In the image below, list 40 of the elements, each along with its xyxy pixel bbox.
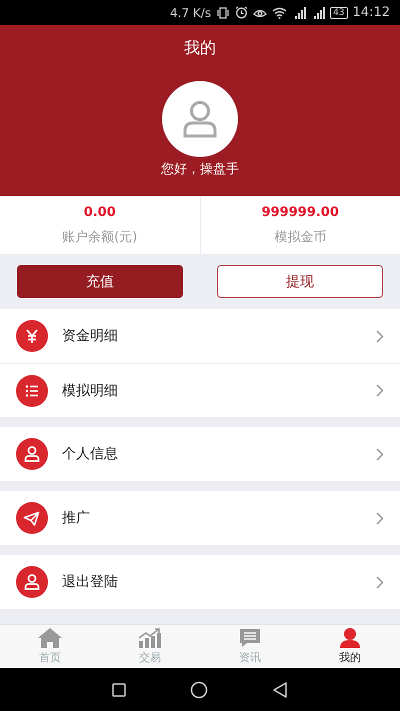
withdraw-button[interactable]: 提现 <box>217 265 383 298</box>
menu-item[interactable]: 资金明细 <box>0 309 400 363</box>
menu-item[interactable]: 模拟明细 <box>0 363 400 417</box>
yen-icon <box>16 320 48 352</box>
paper-plane-icon <box>16 502 48 534</box>
stat-label: 模拟金币 <box>274 228 326 246</box>
battery-level: 43 <box>330 6 348 18</box>
recent-apps-button[interactable] <box>112 682 126 696</box>
chevron-icon <box>376 384 384 397</box>
back-button[interactable] <box>272 682 288 698</box>
person-icon <box>16 438 48 470</box>
chevron-icon <box>376 330 384 342</box>
greeting-text: 您好，操盘手 <box>161 161 239 178</box>
chevron-icon <box>376 512 384 524</box>
person-icon <box>16 566 48 598</box>
stat-value: 999999.00 <box>262 204 339 220</box>
menu-item[interactable]: 推广 <box>0 491 400 545</box>
stat-value: 0.00 <box>84 204 116 220</box>
person-icon <box>182 100 218 138</box>
alarm-icon <box>235 6 248 19</box>
page-title: 我的 <box>184 37 216 59</box>
clock-time: 14:12 <box>352 5 390 20</box>
wifi-icon <box>272 6 288 18</box>
signal-icon <box>292 6 306 18</box>
chevron-icon <box>376 576 384 588</box>
stat-label: 账户余额(元) <box>62 228 138 246</box>
menu-item[interactable]: 个人信息 <box>0 427 400 481</box>
recharge-button[interactable]: 充值 <box>17 265 183 298</box>
menu-item[interactable]: 退出登陆 <box>0 555 400 609</box>
tab[interactable]: 我的 <box>300 625 400 668</box>
home-button[interactable] <box>190 680 208 698</box>
signal-icon <box>311 6 326 18</box>
person-icon <box>338 628 362 648</box>
vibrate-icon <box>216 6 230 18</box>
chevron-icon <box>376 448 384 460</box>
chat-icon <box>238 628 262 648</box>
house-icon <box>38 628 62 648</box>
list-icon <box>16 374 48 406</box>
network-speed: 4.7 K/s <box>170 6 212 20</box>
chart-icon <box>138 628 162 648</box>
